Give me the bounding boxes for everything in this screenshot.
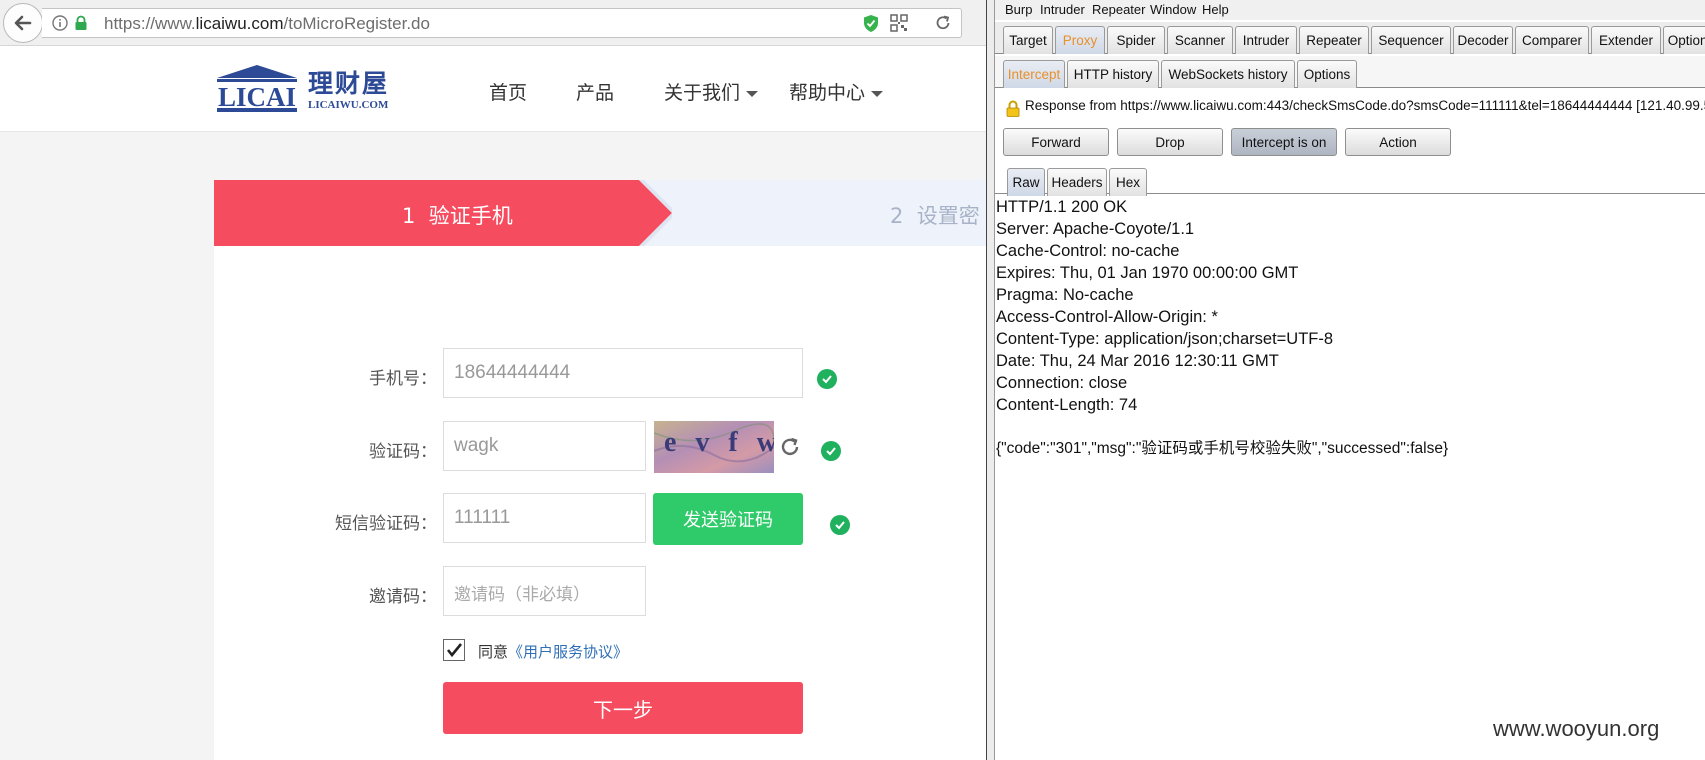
- back-button[interactable]: [3, 3, 43, 43]
- raw-response-editor[interactable]: HTTP/1.1 200 OK Server: Apache-Coyote/1.…: [996, 196, 1704, 760]
- svg-text:e v f w: e v f w: [664, 427, 774, 458]
- menu-repeater[interactable]: Repeater: [1092, 2, 1145, 17]
- chevron-down-icon: [746, 90, 759, 97]
- raw-line: Content-Type: application/json;charset=U…: [996, 330, 1334, 348]
- sms-code-label: 短信验证码：: [335, 514, 437, 534]
- logo-chinese-name: 理财屋: [308, 69, 390, 98]
- step-2-label: 2 设置密: [890, 204, 980, 228]
- raw-line: Access-Control-Allow-Origin: *: [996, 308, 1218, 326]
- tab-http-history[interactable]: HTTP history: [1067, 60, 1159, 88]
- captcha-input[interactable]: wagk: [443, 421, 646, 471]
- action-button[interactable]: Action: [1345, 128, 1451, 156]
- tab-target[interactable]: Target: [1003, 26, 1053, 54]
- nav-about[interactable]: 关于我们: [664, 78, 759, 105]
- raw-line: Content-Length: 74: [996, 396, 1138, 414]
- raw-line: [996, 416, 1704, 438]
- tab-scanner[interactable]: Scanner: [1167, 26, 1233, 54]
- raw-line-json-body: {"code":"301","msg":"验证码或手机号校验失败","succe…: [996, 440, 1449, 457]
- response-info: Response from https://www.licaiwu.com:44…: [1025, 98, 1705, 113]
- menu-help[interactable]: Help: [1202, 2, 1229, 17]
- raw-line: Server: Apache-Coyote/1.1: [996, 220, 1195, 238]
- send-code-button[interactable]: 发送验证码: [653, 493, 803, 545]
- refresh-icon[interactable]: [779, 436, 801, 458]
- raw-line: Expires: Thu, 01 Jan 1970 00:00:00 GMT: [996, 264, 1299, 282]
- url-input[interactable]: https://www.licaiwu.com/toMicroRegister.…: [42, 8, 962, 38]
- phone-input[interactable]: 18644444444: [443, 348, 803, 398]
- forward-button[interactable]: Forward: [1003, 128, 1109, 156]
- qr-code-icon[interactable]: [890, 14, 908, 32]
- svg-text:LICAI: LICAI: [218, 82, 296, 112]
- tab-sequencer[interactable]: Sequencer: [1371, 26, 1451, 54]
- menu-bar: Burp Intruder Repeater Window Help: [995, 0, 1705, 20]
- tab-comparer[interactable]: Comparer: [1515, 26, 1589, 54]
- logo-building-icon: LICAI: [217, 65, 297, 112]
- info-icon: [52, 15, 68, 31]
- tab-decoder[interactable]: Decoder: [1453, 26, 1513, 54]
- nav-about-label: 关于我们: [664, 82, 741, 104]
- intercept-toggle-button[interactable]: Intercept is on: [1231, 128, 1337, 156]
- tab-extender[interactable]: Extender: [1591, 26, 1661, 54]
- url-text: https://www.licaiwu.com/toMicroRegister.…: [104, 14, 430, 33]
- tab-websockets-history[interactable]: WebSockets history: [1161, 60, 1295, 88]
- drop-button[interactable]: Drop: [1117, 128, 1223, 156]
- tab-raw[interactable]: Raw: [1007, 168, 1045, 196]
- tab-intercept[interactable]: Intercept: [1003, 60, 1065, 88]
- next-step-button[interactable]: 下一步: [443, 682, 803, 734]
- tab-proxy[interactable]: Proxy: [1055, 26, 1105, 54]
- window-divider[interactable]: [986, 0, 995, 760]
- nav-products[interactable]: 产品: [576, 78, 614, 105]
- burp-window: Burp Intruder Repeater Window Help Targe…: [995, 0, 1705, 760]
- tab-options[interactable]: Options: [1663, 26, 1705, 54]
- tab-spider[interactable]: Spider: [1107, 26, 1165, 54]
- tab-proxy-options[interactable]: Options: [1297, 60, 1357, 88]
- logo-domain: LICAIWU.COM: [308, 99, 389, 111]
- chevron-down-icon: [871, 90, 884, 97]
- watermark: www.wooyun.org: [1493, 716, 1660, 741]
- captcha-label: 验证码：: [369, 442, 437, 462]
- invite-code-label: 邀请码：: [369, 587, 437, 607]
- captcha-image[interactable]: e v f w: [654, 421, 774, 473]
- proxy-subtabs: Intercept HTTP history WebSockets histor…: [995, 56, 1705, 88]
- checkmark-icon: [446, 643, 463, 658]
- tab-intruder[interactable]: Intruder: [1235, 26, 1297, 54]
- sms-code-input[interactable]: 111111: [443, 493, 646, 543]
- raw-line: HTTP/1.1 200 OK: [996, 198, 1128, 216]
- back-arrow-icon: [14, 15, 32, 31]
- shield-icon[interactable]: [862, 14, 880, 33]
- nav-help[interactable]: 帮助中心: [789, 78, 884, 105]
- tab-headers[interactable]: Headers: [1047, 168, 1107, 196]
- menu-burp[interactable]: Burp: [1005, 2, 1032, 17]
- check-circle-icon: [817, 369, 837, 389]
- lock-icon: [75, 15, 87, 30]
- agree-checkbox[interactable]: [443, 639, 465, 661]
- reload-icon[interactable]: [934, 14, 952, 32]
- nav-home[interactable]: 首页: [489, 78, 527, 105]
- site-header: LICAI 理财屋 LICAIWU.COM 首页 产品 关于我们 帮助中心: [0, 46, 986, 132]
- raw-line: Date: Thu, 24 Mar 2016 12:30:11 GMT: [996, 352, 1279, 370]
- step-progress: 1 验证手机 2 设置密: [214, 180, 986, 246]
- raw-line: Pragma: No-cache: [996, 286, 1134, 304]
- main-tabs: Target Proxy Spider Scanner Intruder Rep…: [995, 22, 1705, 54]
- check-circle-icon: [821, 441, 841, 461]
- raw-line: Cache-Control: no-cache: [996, 242, 1180, 260]
- browser-window: https://www.licaiwu.com/toMicroRegister.…: [0, 0, 986, 760]
- menu-window[interactable]: Window: [1150, 2, 1196, 17]
- phone-label: 手机号：: [369, 369, 437, 389]
- agree-text: 同意《用户服务协议》: [478, 643, 629, 661]
- step-1-label: 1 验证手机: [402, 204, 513, 228]
- raw-line: Connection: close: [996, 374, 1128, 392]
- check-circle-icon: [830, 515, 850, 535]
- terms-link[interactable]: 《用户服务协议》: [508, 643, 628, 661]
- tab-repeater[interactable]: Repeater: [1299, 26, 1369, 54]
- message-view-tabs: Raw Headers Hex: [995, 164, 1705, 196]
- invite-code-input[interactable]: 邀请码（非必填）: [443, 566, 646, 616]
- menu-intruder[interactable]: Intruder: [1040, 2, 1085, 17]
- nav-help-label: 帮助中心: [789, 82, 866, 104]
- tab-hex[interactable]: Hex: [1109, 168, 1147, 196]
- address-bar: https://www.licaiwu.com/toMicroRegister.…: [0, 0, 986, 46]
- site-logo[interactable]: LICAI 理财屋 LICAIWU.COM: [213, 62, 388, 118]
- lock-icon: [1006, 100, 1020, 117]
